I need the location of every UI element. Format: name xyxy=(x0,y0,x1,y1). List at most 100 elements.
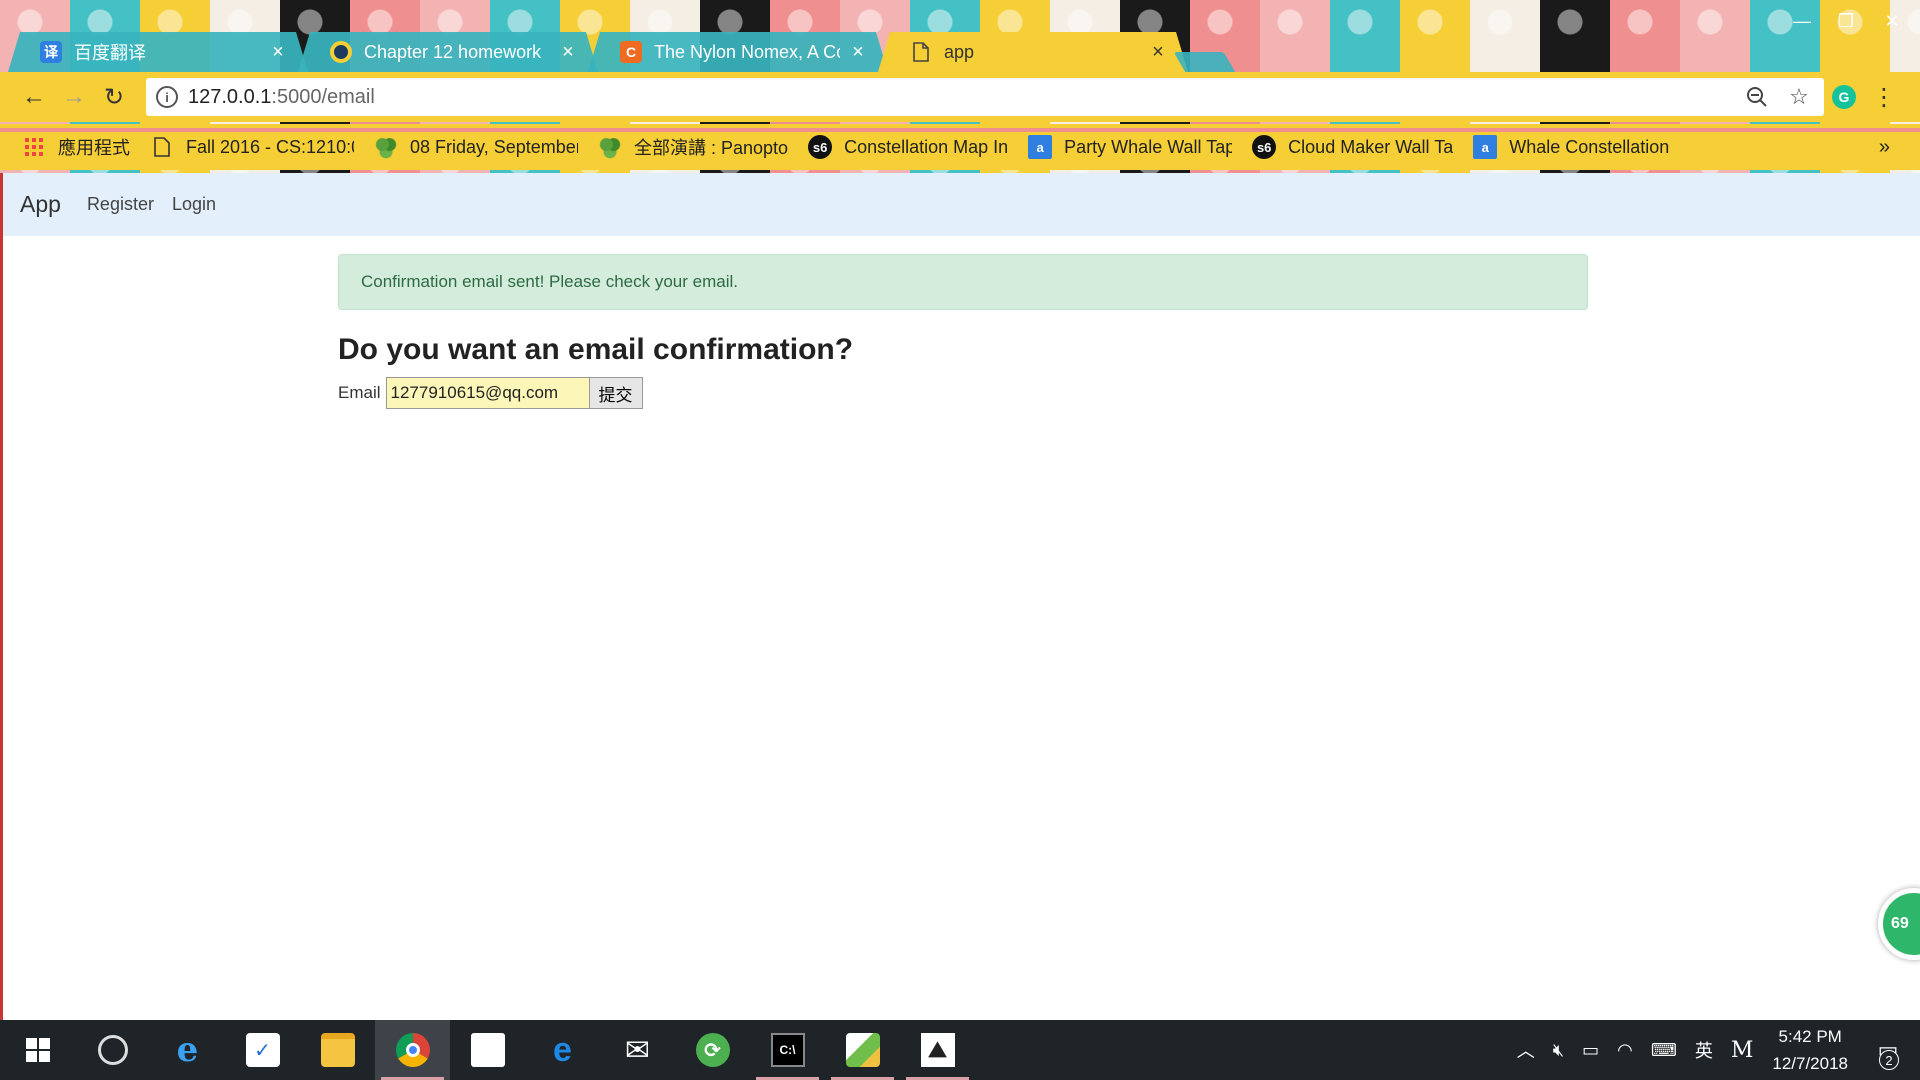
ime-indicator[interactable]: M xyxy=(1731,1038,1754,1063)
taskbar-edge[interactable]: e xyxy=(525,1020,600,1080)
floating-counter-badge[interactable]: 69 xyxy=(1878,888,1920,960)
bookmark-star-icon[interactable]: ☆ xyxy=(1784,82,1814,112)
wifi-icon[interactable]: ◠ xyxy=(1617,1040,1633,1061)
bookmark-apps[interactable]: 應用程式 xyxy=(22,134,130,160)
bookmark-08-friday[interactable]: 08 Friday, September xyxy=(374,135,578,159)
email-label: Email xyxy=(338,383,381,402)
start-icon xyxy=(25,1038,50,1062)
nav-login-link[interactable]: Login xyxy=(172,194,216,215)
tab-baidu-translate[interactable]: 译 百度翻译 × xyxy=(8,32,308,72)
bookmark-whale-constellation[interactable]: a Whale Constellation xyxy=(1473,135,1669,159)
taskbar-mail[interactable]: ✉ xyxy=(600,1020,675,1080)
grammarly-icon[interactable]: G xyxy=(1824,77,1864,117)
email-input[interactable] xyxy=(385,377,590,409)
browser-toolbar: ← → ↻ i 127.0.0.1:5000/email ☆ G ⋮ xyxy=(0,72,1920,122)
page-viewport: App Register Login Confirmation email se… xyxy=(0,173,1920,1020)
page-icon xyxy=(150,135,174,159)
tab-strip: 译 百度翻译 × Chapter 12 homework × C The Nyl… xyxy=(0,14,1920,74)
paint-icon xyxy=(845,1033,880,1067)
mail-icon: ✉ xyxy=(624,1033,651,1067)
main-container: Confirmation email sent! Please check yo… xyxy=(338,236,1588,409)
navbar: App Register Login xyxy=(3,173,1920,236)
reload-icon[interactable]: ↻ xyxy=(94,77,134,117)
task-view-button[interactable] xyxy=(75,1020,150,1080)
feedback-hub-icon: ✓ xyxy=(245,1033,280,1067)
tab-chapter-12[interactable]: Chapter 12 homework × xyxy=(298,32,598,72)
keyboard-icon[interactable]: ⌨ xyxy=(1651,1040,1677,1061)
close-window-icon[interactable]: ✕ xyxy=(1872,6,1912,36)
c-icon: C xyxy=(620,41,642,63)
taskbar-paint[interactable] xyxy=(825,1020,900,1080)
language-indicator[interactable]: 英 xyxy=(1695,1037,1713,1063)
taskbar-internet-explorer[interactable]: e xyxy=(150,1020,225,1080)
zoom-icon[interactable] xyxy=(1742,82,1772,112)
info-icon[interactable]: i xyxy=(156,86,178,108)
restore-icon[interactable]: ❐ xyxy=(1826,6,1866,36)
canvas-ring-icon xyxy=(330,41,352,63)
forward-icon[interactable]: → xyxy=(54,77,94,117)
taskbar-greenshot[interactable]: ⟳ xyxy=(675,1020,750,1080)
bookmark-label: Whale Constellation xyxy=(1509,136,1670,157)
bookmarks-bar: 應用程式 Fall 2016 - CS:1210:0 08 Friday, Se… xyxy=(0,124,1920,170)
bookmark-label: 應用程式 xyxy=(58,138,130,158)
bookmarks-overflow-icon[interactable]: » xyxy=(1879,136,1890,159)
tab-title: 百度翻译 xyxy=(74,43,146,63)
tab-app[interactable]: app × xyxy=(878,32,1188,72)
url-host: 127.0.0.1 xyxy=(188,85,272,108)
task-view-icon xyxy=(97,1035,128,1065)
taskbar-photos[interactable]: ⛰ xyxy=(900,1020,975,1080)
file-explorer-icon xyxy=(320,1033,355,1067)
greenshot-icon: ⟳ xyxy=(695,1033,730,1067)
taskbar-store[interactable] xyxy=(450,1020,525,1080)
volume-muted-icon[interactable]: 🔇︎ xyxy=(1553,1040,1564,1061)
bookmark-constellation-map[interactable]: s6 Constellation Map In xyxy=(808,135,1008,159)
tab-title: Chapter 12 homework xyxy=(364,41,542,62)
taskbar-feedback-hub[interactable]: ✓ xyxy=(225,1020,300,1080)
amazon-icon: a xyxy=(1473,135,1498,159)
bookmark-fall-2016[interactable]: Fall 2016 - CS:1210:0 xyxy=(150,135,354,159)
amazon-icon: a xyxy=(1028,135,1053,159)
bookmark-cloud-maker[interactable]: s6 Cloud Maker Wall Ta xyxy=(1252,135,1453,159)
bookmark-label: 全部演講 : Panopto xyxy=(634,138,789,158)
battery-icon[interactable]: ▭ xyxy=(1582,1040,1599,1061)
tab-close-icon[interactable]: × xyxy=(558,41,578,64)
tab-nylon-nomex[interactable]: C The Nylon Nomex, A Con × xyxy=(588,32,888,72)
chrome-icon xyxy=(395,1033,430,1067)
tab-close-icon[interactable]: × xyxy=(268,41,288,64)
bookmark-label: 08 Friday, September xyxy=(410,136,578,157)
url-text[interactable]: 127.0.0.1:5000/email xyxy=(188,86,375,109)
show-hidden-icons-icon[interactable]: ︿ xyxy=(1517,1037,1535,1063)
url-path: :5000/email xyxy=(271,85,375,108)
society6-icon: s6 xyxy=(1252,135,1277,159)
bookmark-panopto[interactable]: 全部演講 : Panopto xyxy=(598,134,788,160)
start-button[interactable] xyxy=(0,1020,75,1080)
taskbar-chrome[interactable] xyxy=(375,1020,450,1080)
submit-button[interactable]: 提交 xyxy=(588,377,643,409)
panopto-icon xyxy=(374,135,398,159)
menu-kebab-icon[interactable]: ⋮ xyxy=(1864,77,1904,117)
clock[interactable]: 5:42 PM 12/7/2018 xyxy=(1772,1023,1848,1077)
clock-time: 5:42 PM xyxy=(1778,1027,1842,1046)
navbar-brand[interactable]: App xyxy=(20,191,61,218)
notification-count: 2 xyxy=(1879,1050,1899,1070)
minimize-icon[interactable]: — xyxy=(1782,6,1822,36)
translate-icon: 译 xyxy=(40,41,62,63)
photos-icon: ⛰ xyxy=(920,1033,955,1067)
back-icon[interactable]: ← xyxy=(14,77,54,117)
nav-register-link[interactable]: Register xyxy=(87,194,154,215)
apps-grid-icon xyxy=(22,135,46,159)
success-alert: Confirmation email sent! Please check yo… xyxy=(338,254,1588,310)
bookmark-party-whale[interactable]: a Party Whale Wall Tap xyxy=(1028,135,1232,159)
windows-taskbar: e ✓ e ✉ ⟳ C:\ ⛰ ︿ 🔇︎ ▭ ◠ ⌨ 英 M 5:42 PM 1… xyxy=(0,1020,1920,1080)
email-form: Email 提交 xyxy=(338,377,1588,409)
taskbar-cmd[interactable]: C:\ xyxy=(750,1020,825,1080)
taskbar-file-explorer[interactable] xyxy=(300,1020,375,1080)
bookmark-label: Cloud Maker Wall Ta xyxy=(1288,136,1454,157)
internet-explorer-icon: e xyxy=(176,1030,199,1070)
browser-chrome: 译 百度翻译 × Chapter 12 homework × C The Nyl… xyxy=(0,0,1920,173)
address-bar[interactable]: i 127.0.0.1:5000/email ☆ xyxy=(146,78,1824,116)
clock-date: 12/7/2018 xyxy=(1772,1054,1848,1073)
action-center-button[interactable]: ▭ 2 xyxy=(1866,1028,1910,1072)
tab-close-icon[interactable]: × xyxy=(848,41,868,64)
tab-close-icon[interactable]: × xyxy=(1148,41,1168,64)
